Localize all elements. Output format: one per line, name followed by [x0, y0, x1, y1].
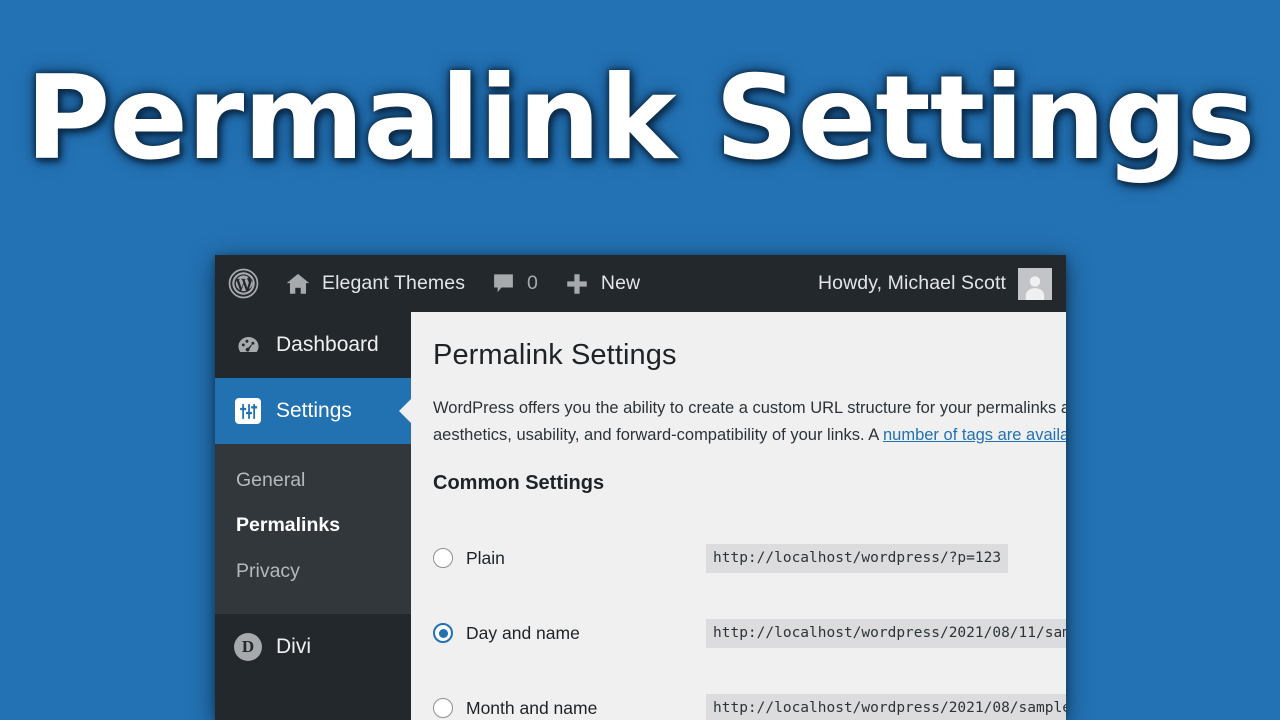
- account-menu[interactable]: Howdy, Michael Scott: [817, 267, 1066, 300]
- admin-bar: Elegant Themes 0 New Howdy, Michael Scot…: [215, 255, 1066, 312]
- submenu-item-label: Permalinks: [236, 514, 341, 537]
- page-hero-title: Permalink Settings: [25, 51, 1255, 186]
- sidebar-item-label: Settings: [276, 399, 352, 422]
- sidebar-item-dashboard[interactable]: Dashboard: [215, 312, 411, 378]
- intro-line-2: aesthetics, usability, and forward-compa…: [433, 422, 1066, 449]
- sidebar-item-divi[interactable]: D Divi: [215, 614, 411, 680]
- sidebar-item-label: Divi: [276, 634, 311, 658]
- permalink-option-plain[interactable]: Plain http://localhost/wordpress/?p=123: [433, 521, 1066, 596]
- page-title: Permalink Settings: [433, 339, 677, 371]
- admin-sidebar: Dashboard Settings General Permalinks Pr…: [215, 312, 412, 720]
- site-name-label: Elegant Themes: [322, 272, 466, 294]
- sidebar-item-label: Dashboard: [276, 333, 379, 356]
- comments-menu[interactable]: 0: [478, 255, 551, 312]
- new-content-menu[interactable]: New: [551, 255, 653, 312]
- common-settings-heading: Common Settings: [433, 471, 605, 494]
- tags-available-link[interactable]: number of tags are available: [883, 426, 1066, 444]
- sidebar-subitem-privacy[interactable]: Privacy: [215, 549, 411, 594]
- radio-month-and-name[interactable]: [433, 698, 453, 719]
- new-content-label: New: [600, 272, 641, 294]
- permalink-option-day-and-name[interactable]: Day and name http://localhost/wordpress/…: [433, 596, 1066, 671]
- comment-bubble-icon: [491, 271, 516, 296]
- comments-count: 0: [527, 272, 538, 294]
- intro-line-2-text: aesthetics, usability, and forward-compa…: [433, 425, 883, 444]
- option-url-preview: http://localhost/wordpress/2021/08/11/sa…: [706, 618, 1066, 648]
- option-label: Plain: [466, 547, 505, 568]
- home-icon: [285, 271, 311, 297]
- sidebar-subitem-general[interactable]: General: [215, 458, 411, 503]
- wordpress-admin-window: Elegant Themes 0 New Howdy, Michael Scot…: [215, 255, 1066, 720]
- dashboard-gauge-icon: [234, 332, 262, 359]
- radio-plain[interactable]: [433, 548, 453, 569]
- option-label: Day and name: [466, 622, 580, 643]
- settings-sliders-icon: [234, 398, 262, 424]
- option-url-preview: http://localhost/wordpress/?p=123: [706, 543, 1009, 573]
- intro-line-1: WordPress offers you the ability to crea…: [433, 399, 1066, 418]
- avatar: [1018, 267, 1052, 300]
- permalink-options-list: Plain http://localhost/wordpress/?p=123 …: [433, 521, 1066, 720]
- greeting-label: Howdy, Michael Scott: [817, 272, 1006, 294]
- divi-d-icon: D: [234, 632, 262, 661]
- option-url-preview: http://localhost/wordpress/2021/08/sampl…: [706, 693, 1066, 720]
- sidebar-subitem-permalinks[interactable]: Permalinks: [215, 503, 411, 548]
- radio-day-and-name[interactable]: [433, 623, 453, 644]
- active-menu-arrow-icon: [399, 398, 412, 424]
- permalink-option-month-and-name[interactable]: Month and name http://localhost/wordpres…: [433, 671, 1066, 720]
- wordpress-logo-icon: [228, 268, 259, 299]
- option-label: Month and name: [466, 697, 598, 718]
- intro-paragraph: WordPress offers you the ability to crea…: [433, 395, 1066, 448]
- submenu-item-label: Privacy: [236, 559, 300, 582]
- settings-content-panel: Permalink Settings WordPress offers you …: [411, 312, 1066, 720]
- sidebar-item-settings[interactable]: Settings: [215, 378, 412, 444]
- site-name-menu[interactable]: Elegant Themes: [272, 255, 478, 312]
- settings-submenu: General Permalinks Privacy: [215, 444, 411, 614]
- plus-icon: [564, 271, 590, 297]
- wp-logo-menu[interactable]: [215, 255, 272, 312]
- submenu-item-label: General: [236, 469, 306, 491]
